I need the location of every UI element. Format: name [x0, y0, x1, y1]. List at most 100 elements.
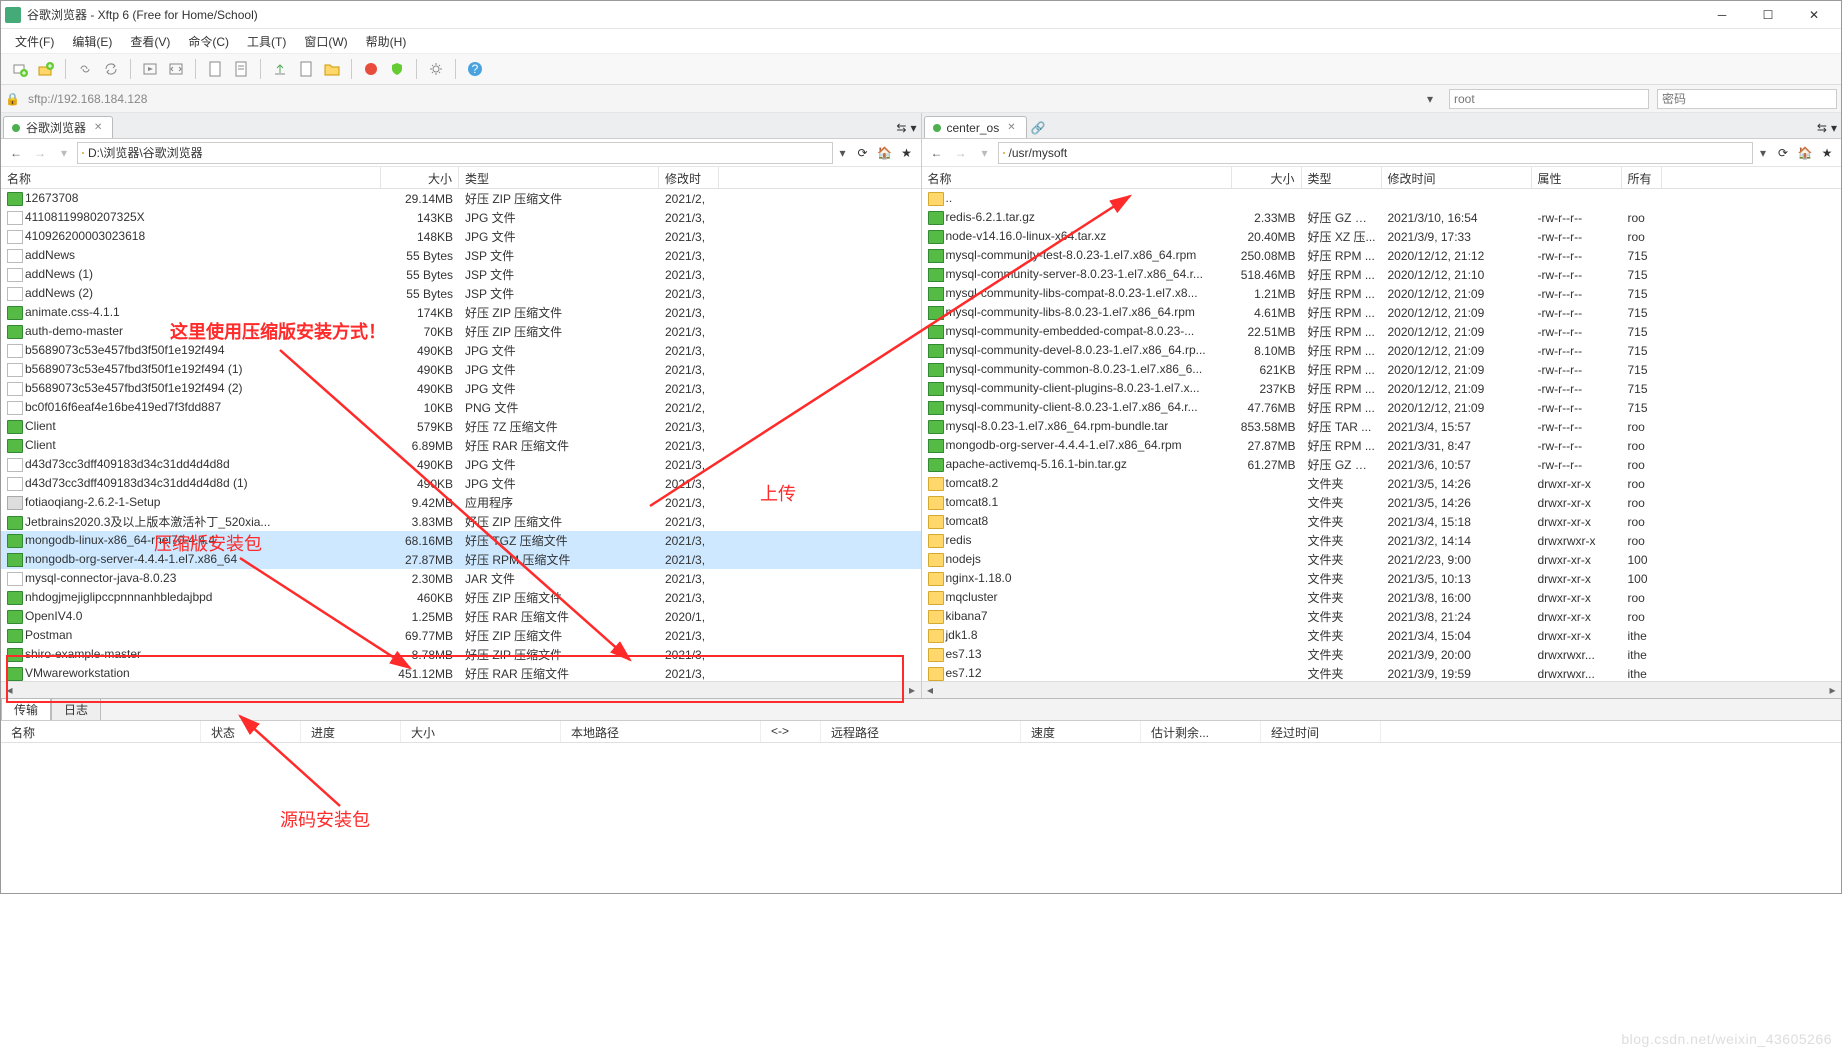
transfer-tab[interactable]: 日志: [51, 698, 101, 720]
table-row[interactable]: d43d73cc3dff409183d34c31dd4d4d8d490KBJPG…: [1, 455, 921, 474]
transfer-tab[interactable]: 传输: [1, 698, 51, 720]
column-header[interactable]: 大小: [401, 721, 561, 742]
refresh-icon[interactable]: ⟳: [1773, 143, 1793, 163]
split-icon[interactable]: ⇆: [1817, 121, 1827, 135]
refresh-icon[interactable]: ⟳: [853, 143, 873, 163]
local-file-list[interactable]: 1267370829.14MB好压 ZIP 压缩文件2021/2,4110811…: [1, 189, 921, 681]
column-header[interactable]: 修改时: [659, 167, 719, 188]
table-row[interactable]: jdk1.8文件夹2021/3/4, 15:04drwxr-xr-xithe: [922, 626, 1842, 645]
table-row[interactable]: apache-activemq-5.16.1-bin.tar.gz61.27MB…: [922, 455, 1842, 474]
table-row[interactable]: Client6.89MB好压 RAR 压缩文件2021/3,: [1, 436, 921, 455]
doc2-icon[interactable]: [231, 59, 251, 79]
table-row[interactable]: b5689073c53e457fbd3f50f1e192f494 (1)490K…: [1, 360, 921, 379]
table-row[interactable]: tomcat8.2文件夹2021/3/5, 14:26drwxr-xr-xroo: [922, 474, 1842, 493]
table-row[interactable]: ..: [922, 189, 1842, 208]
menu-item[interactable]: 编辑(E): [64, 31, 120, 52]
new-session-icon[interactable]: [10, 59, 30, 79]
menu-item[interactable]: 文件(F): [7, 31, 62, 52]
table-row[interactable]: mysql-community-client-8.0.23-1.el7.x86_…: [922, 398, 1842, 417]
table-row[interactable]: Postman69.77MB好压 ZIP 压缩文件2021/3,: [1, 626, 921, 645]
column-header[interactable]: 远程路径: [821, 721, 1021, 742]
column-header[interactable]: 经过时间: [1261, 721, 1381, 742]
column-header[interactable]: 类型: [459, 167, 659, 188]
address-text[interactable]: sftp://192.168.184.128: [28, 92, 147, 106]
menu-item[interactable]: 命令(C): [180, 31, 237, 52]
table-row[interactable]: nhdogjmejiglipccpnnnanhbledajbpd460KB好压 …: [1, 588, 921, 607]
table-row[interactable]: 410926200003023618148KBJPG 文件2021/3,: [1, 227, 921, 246]
column-header[interactable]: 状态: [201, 721, 301, 742]
table-row[interactable]: VMwareworkstation451.12MB好压 RAR 压缩文件2021…: [1, 664, 921, 681]
minimize-button[interactable]: ─: [1699, 1, 1745, 29]
play-icon[interactable]: [140, 59, 160, 79]
table-row[interactable]: kibana7文件夹2021/3/8, 21:24drwxr-xr-xroo: [922, 607, 1842, 626]
table-row[interactable]: mongodb-linux-x86_64-rhel70-4.4.468.16MB…: [1, 531, 921, 550]
column-header[interactable]: 名称: [922, 167, 1232, 188]
table-row[interactable]: Jetbrains2020.3及以上版本激活补丁_520xia...3.83MB…: [1, 512, 921, 531]
pin-icon[interactable]: ▾: [1831, 121, 1837, 135]
table-row[interactable]: mongodb-org-server-4.4.4-1.el7.x86_6427.…: [1, 550, 921, 569]
doc1-icon[interactable]: [205, 59, 225, 79]
table-row[interactable]: tomcat8文件夹2021/3/4, 15:18drwxr-xr-xroo: [922, 512, 1842, 531]
pin-icon[interactable]: ▾: [910, 121, 916, 135]
antivirus-icon[interactable]: [361, 59, 381, 79]
table-row[interactable]: Client579KB好压 7Z 压缩文件2021/3,: [1, 417, 921, 436]
home-icon[interactable]: 🏠: [875, 143, 895, 163]
remote-file-list[interactable]: ..redis-6.2.1.tar.gz2.33MB好压 GZ 压...2021…: [922, 189, 1842, 681]
help-icon[interactable]: ?: [465, 59, 485, 79]
table-row[interactable]: addNews (2)55 BytesJSP 文件2021/3,: [1, 284, 921, 303]
remote-scrollbar[interactable]: ◂▸: [922, 681, 1842, 698]
gear-icon[interactable]: [426, 59, 446, 79]
column-header[interactable]: 类型: [1302, 167, 1382, 188]
remote-tab[interactable]: center_os ✕: [924, 116, 1027, 138]
column-header[interactable]: 属性: [1532, 167, 1622, 188]
table-row[interactable]: mysql-8.0.23-1.el7.x86_64.rpm-bundle.tar…: [922, 417, 1842, 436]
path-dropdown-icon[interactable]: ▾: [835, 146, 851, 160]
forward-dd-icon[interactable]: ▾: [53, 142, 75, 164]
sync-icon[interactable]: [101, 59, 121, 79]
bookmark-icon[interactable]: ★: [897, 143, 917, 163]
table-row[interactable]: b5689073c53e457fbd3f50f1e192f494 (2)490K…: [1, 379, 921, 398]
local-scrollbar[interactable]: ◂▸: [1, 681, 921, 698]
table-row[interactable]: b5689073c53e457fbd3f50f1e192f494490KBJPG…: [1, 341, 921, 360]
table-row[interactable]: auth-demo-master70KB好压 ZIP 压缩文件2021/3,: [1, 322, 921, 341]
column-header[interactable]: 大小: [381, 167, 459, 188]
table-row[interactable]: mysql-community-embedded-compat-8.0.23-.…: [922, 322, 1842, 341]
maximize-button[interactable]: ☐: [1745, 1, 1791, 29]
table-row[interactable]: mysql-community-devel-8.0.23-1.el7.x86_6…: [922, 341, 1842, 360]
menu-item[interactable]: 帮助(H): [358, 31, 415, 52]
username-input[interactable]: [1449, 89, 1649, 109]
forward-icon[interactable]: →: [29, 142, 51, 164]
column-header[interactable]: 速度: [1021, 721, 1141, 742]
column-header[interactable]: 所有: [1622, 167, 1662, 188]
back-icon[interactable]: ←: [5, 142, 27, 164]
bookmark-icon[interactable]: ★: [1817, 143, 1837, 163]
upload-icon[interactable]: [270, 59, 290, 79]
local-header[interactable]: 名称大小类型修改时: [1, 167, 921, 189]
menu-item[interactable]: 窗口(W): [296, 31, 355, 52]
table-row[interactable]: bc0f016f6eaf4e16be419ed7f3fdd88710KBPNG …: [1, 398, 921, 417]
table-row[interactable]: mysql-community-server-8.0.23-1.el7.x86_…: [922, 265, 1842, 284]
address-dropdown-icon[interactable]: ▾: [1427, 92, 1441, 106]
table-row[interactable]: shiro-example-master8.78MB好压 ZIP 压缩文件202…: [1, 645, 921, 664]
table-row[interactable]: OpenIV4.01.25MB好压 RAR 压缩文件2020/1,: [1, 607, 921, 626]
path-dropdown-icon[interactable]: ▾: [1755, 146, 1771, 160]
local-path-input[interactable]: D:\浏览器\谷歌浏览器: [77, 142, 833, 164]
shield-icon[interactable]: [387, 59, 407, 79]
remote-path-input[interactable]: /usr/mysoft: [998, 142, 1754, 164]
column-header[interactable]: 修改时间: [1382, 167, 1532, 188]
menu-item[interactable]: 工具(T): [239, 31, 294, 52]
transfer-header[interactable]: 名称状态进度大小本地路径<->远程路径速度估计剩余...经过时间: [1, 721, 1841, 743]
transfer-list[interactable]: [1, 743, 1841, 893]
table-row[interactable]: addNews (1)55 BytesJSP 文件2021/3,: [1, 265, 921, 284]
tab-close-icon[interactable]: ✕: [92, 122, 104, 133]
column-header[interactable]: <->: [761, 721, 821, 742]
table-row[interactable]: fotiaoqiang-2.6.2-1-Setup9.42MB应用程序2021/…: [1, 493, 921, 512]
column-header[interactable]: 估计剩余...: [1141, 721, 1261, 742]
table-row[interactable]: mysql-community-libs-compat-8.0.23-1.el7…: [922, 284, 1842, 303]
code-icon[interactable]: [166, 59, 186, 79]
table-row[interactable]: mysql-community-libs-8.0.23-1.el7.x86_64…: [922, 303, 1842, 322]
split-icon[interactable]: ⇆: [896, 121, 906, 135]
table-row[interactable]: nodejs文件夹2021/2/23, 9:00drwxr-xr-x100: [922, 550, 1842, 569]
remote-header[interactable]: 名称大小类型修改时间属性所有: [922, 167, 1842, 189]
password-input[interactable]: [1657, 89, 1837, 109]
